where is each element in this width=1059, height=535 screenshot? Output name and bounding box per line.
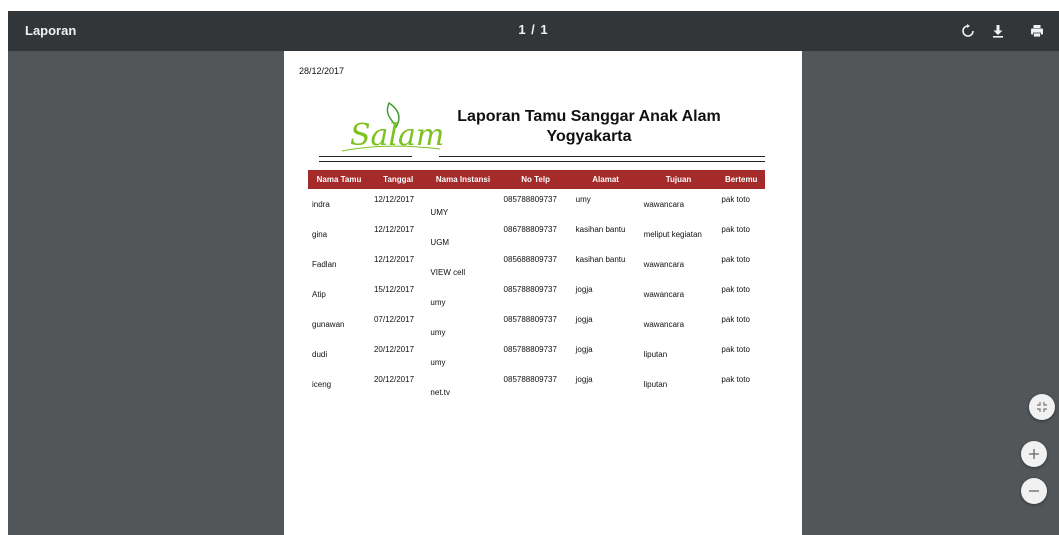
zoom-out-button[interactable]	[1021, 478, 1047, 504]
table-row: Fadlan 12/12/2017 VIEW cell 085688809737…	[308, 249, 765, 279]
column-header: Bertemu	[717, 170, 765, 189]
column-header: Nama Tamu	[308, 170, 370, 189]
table-row: dudi 20/12/2017 umy 085788809737 jogja l…	[308, 339, 765, 369]
table-cell: 085788809737	[503, 285, 557, 294]
table-cell: 15/12/2017	[373, 285, 415, 294]
table-cell: net.tv	[430, 388, 450, 397]
table-cell: indra	[312, 199, 330, 209]
zoom-in-button[interactable]	[1021, 441, 1047, 467]
table-cell: Fadlan	[312, 259, 337, 269]
table-cell: wawancara	[643, 289, 685, 299]
table-cell: iceng	[312, 379, 332, 389]
table-cell: liputan	[643, 379, 668, 389]
table-cell: jogja	[575, 345, 593, 354]
table-cell: pak toto	[721, 255, 750, 264]
column-header: Tujuan	[639, 170, 718, 189]
table-cell: 085788809737	[503, 345, 557, 354]
rotate-button[interactable]	[956, 19, 980, 43]
report-title: Laporan Tamu Sanggar Anak Alam Yogyakart…	[457, 108, 721, 145]
table-cell: 07/12/2017	[373, 315, 415, 324]
table-cell: 12/12/2017	[373, 255, 415, 264]
divider	[319, 156, 412, 157]
table-cell: 20/12/2017	[373, 375, 415, 384]
download-button[interactable]	[986, 19, 1010, 43]
table-cell: meliput kegiatan	[643, 229, 702, 239]
print-icon	[1031, 25, 1043, 38]
report-date: 28/12/2017	[299, 66, 345, 76]
table-cell: pak toto	[721, 285, 750, 294]
table-cell: gunawan	[312, 319, 345, 329]
table-cell: 085788809737	[503, 195, 557, 204]
table-cell: pak toto	[721, 375, 750, 384]
logo-wordmark: Salam	[350, 118, 444, 153]
column-header: No Telp	[499, 170, 572, 189]
table-cell: wawancara	[643, 319, 685, 329]
fit-to-page-icon	[1037, 402, 1047, 412]
table-cell: jogja	[575, 285, 593, 294]
fit-to-page-button[interactable]	[1029, 394, 1055, 420]
table-cell: pak toto	[721, 195, 750, 204]
table-row: gina 12/12/2017 UGM 086788809737 kasihan…	[308, 219, 765, 249]
table-cell: gina	[312, 229, 328, 239]
table-row: iceng 20/12/2017 net.tv 085788809737 jog…	[308, 369, 765, 399]
column-header: Tanggal	[369, 170, 427, 189]
divider	[319, 161, 765, 162]
rotate-icon	[962, 24, 974, 37]
divider	[439, 156, 765, 157]
table-header-row: Nama Tamu Tanggal Nama Instansi No Telp …	[308, 170, 765, 189]
table-cell: 085688809737	[503, 255, 557, 264]
table-cell: 085788809737	[503, 315, 557, 324]
table-row: gunawan 07/12/2017 umy 085788809737 jogj…	[308, 309, 765, 339]
table-cell: umy	[430, 358, 446, 367]
table-cell: umy	[430, 298, 446, 307]
table-cell: kasihan bantu	[575, 255, 626, 264]
table-cell: kasihan bantu	[575, 225, 626, 234]
table-cell: 12/12/2017	[373, 225, 415, 234]
column-header: Alamat	[571, 170, 640, 189]
table-cell: 086788809737	[503, 225, 557, 234]
table-cell: wawancara	[643, 199, 685, 209]
table-cell: 20/12/2017	[373, 345, 415, 354]
download-icon	[993, 25, 1003, 38]
table-cell: 085788809737	[503, 375, 557, 384]
table-cell: UGM	[430, 238, 450, 247]
table-cell: wawancara	[643, 259, 685, 269]
table-cell: pak toto	[721, 315, 750, 324]
table-cell: 12/12/2017	[373, 195, 415, 204]
print-button[interactable]	[1025, 19, 1049, 43]
page-indicator: 1 / 1	[518, 22, 549, 37]
table-cell: jogja	[575, 375, 593, 384]
guest-report-table: Nama Tamu Tanggal Nama Instansi No Telp …	[308, 170, 765, 399]
zoom-in-icon	[1029, 449, 1039, 459]
table-cell: pak toto	[721, 225, 750, 234]
table-cell: dudi	[312, 349, 328, 359]
table-cell: UMY	[430, 208, 449, 217]
table-cell: pak toto	[721, 345, 750, 354]
table-cell: liputan	[643, 349, 668, 359]
salam-logo: Salam	[332, 93, 447, 158]
table-cell: Atip	[312, 289, 326, 299]
table-cell: jogja	[575, 315, 593, 324]
table-cell: umy	[575, 195, 591, 204]
viewer-toolbar: Laporan 1 / 1	[8, 11, 1059, 51]
pdf-viewer: Laporan 1 / 1 28/12/2017 Salam Laporan T…	[8, 11, 1059, 535]
table-row: Atip 15/12/2017 umy 085788809737 jogja w…	[308, 279, 765, 309]
column-header: Nama Instansi	[426, 170, 500, 189]
pdf-page: 28/12/2017 Salam Laporan Tamu Sanggar An…	[284, 51, 802, 535]
zoom-out-icon	[1029, 490, 1039, 492]
table-cell: umy	[430, 328, 446, 337]
table-row: indra 12/12/2017 UMY 085788809737 umy wa…	[308, 189, 765, 219]
table-cell: VIEW cell	[430, 268, 466, 277]
